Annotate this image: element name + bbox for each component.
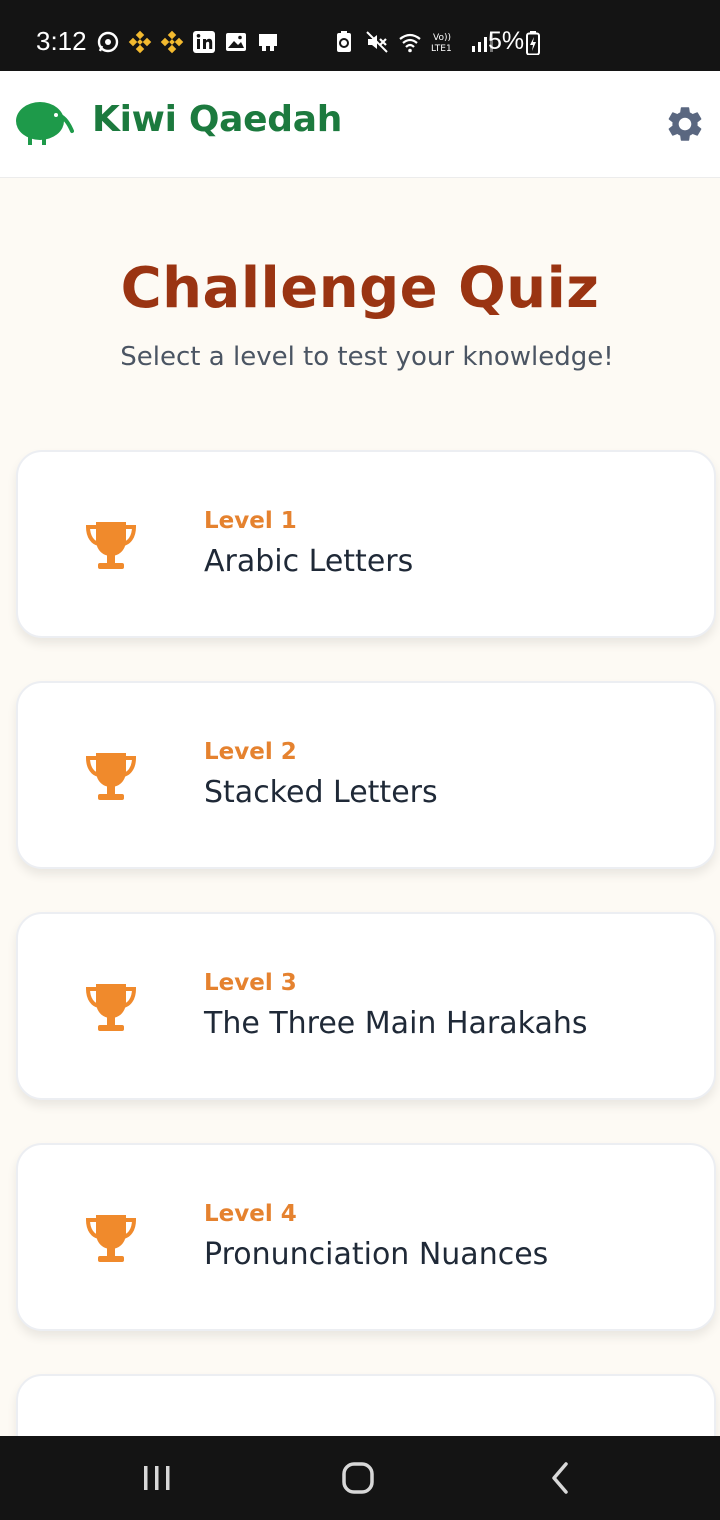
battery-saver-icon <box>337 31 351 52</box>
level-number: Level 2 <box>204 739 297 765</box>
page-subtitle: Select a level to test your knowledge! <box>120 342 614 372</box>
gear-icon[interactable] <box>664 103 706 145</box>
level-card-1[interactable]: Level 1 Arabic Letters <box>16 450 716 638</box>
app-title: Kiwi Qaedah <box>92 99 343 140</box>
battery-icon <box>526 31 540 55</box>
store-icon <box>259 34 277 51</box>
level-title: The Three Main Harakahs <box>204 1006 588 1041</box>
level-number: Level 1 <box>204 508 297 534</box>
wifi-icon <box>399 33 421 53</box>
level-number: Level 3 <box>204 970 297 996</box>
recent-apps-icon[interactable] <box>127 1458 187 1498</box>
status-bar: 3:12 Vo)) LTE1 5% <box>0 0 720 71</box>
back-icon[interactable] <box>530 1458 590 1498</box>
linkedin-icon <box>193 31 215 53</box>
home-icon[interactable] <box>328 1458 388 1498</box>
volte-icon: Vo))LTE1 <box>431 33 452 54</box>
quiz-content: Challenge Quiz Select a level to test yo… <box>0 178 720 1436</box>
binance-icon <box>128 30 152 54</box>
level-card-3[interactable]: Level 3 The Three Main Harakahs <box>16 912 716 1100</box>
level-title: Arabic Letters <box>204 544 414 579</box>
kiwi-bird-icon <box>16 102 74 145</box>
level-card-2[interactable]: Level 2 Stacked Letters <box>16 681 716 869</box>
system-icons: Vo)) LTE1 <box>332 30 494 54</box>
trophy-icon <box>85 522 137 569</box>
binance-icon <box>160 30 184 54</box>
svg-text:LTE1: LTE1 <box>431 44 452 54</box>
gallery-icon <box>226 33 246 51</box>
trophy-icon <box>85 984 137 1031</box>
battery-percent: 5% <box>488 27 525 55</box>
whatsapp-icon <box>97 31 119 53</box>
trophy-icon <box>85 1215 137 1262</box>
notification-icons <box>96 30 280 54</box>
level-card-5[interactable] <box>16 1374 716 1436</box>
mute-icon <box>366 31 388 53</box>
trophy-icon <box>85 753 137 800</box>
svg-text:Vo)): Vo)) <box>433 33 451 43</box>
level-number: Level 4 <box>204 1201 297 1227</box>
level-card-4[interactable]: Level 4 Pronunciation Nuances <box>16 1143 716 1331</box>
status-time: 3:12 <box>36 26 87 56</box>
navigation-bar <box>0 1436 720 1520</box>
level-title: Pronunciation Nuances <box>204 1237 549 1272</box>
page-title: Challenge Quiz <box>120 256 600 321</box>
level-title: Stacked Letters <box>204 775 438 810</box>
app-bar: Kiwi Qaedah <box>0 71 720 178</box>
